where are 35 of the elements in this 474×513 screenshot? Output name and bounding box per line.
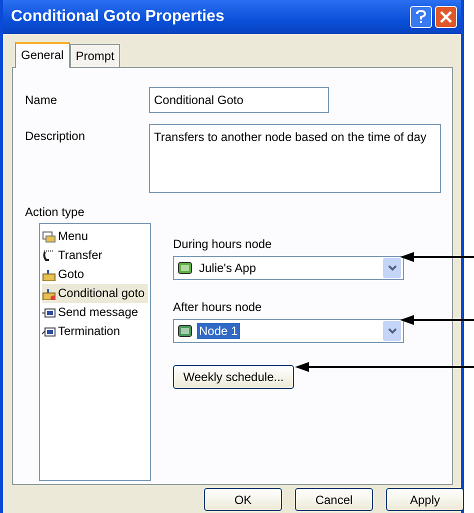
action-type-label: Action type xyxy=(25,204,86,221)
menu-icon xyxy=(42,230,56,242)
window-title: Conditional Goto Properties xyxy=(11,7,226,27)
node-icon xyxy=(178,325,192,337)
folder-icon xyxy=(42,288,56,300)
close-icon[interactable] xyxy=(435,6,457,28)
after-hours-label: After hours node xyxy=(173,299,263,316)
dialog-button[interactable]: Apply xyxy=(386,488,464,511)
action-type-item[interactable]: Transfer xyxy=(42,246,148,265)
screen-icon xyxy=(42,326,56,338)
folder-icon xyxy=(42,268,56,280)
after-hours-dropdown[interactable]: Node 1 xyxy=(173,319,404,343)
weekly-schedule-button[interactable]: Weekly schedule... xyxy=(173,365,294,389)
action-type-item[interactable]: Menu xyxy=(42,227,148,246)
action-type-item[interactable]: Send message xyxy=(42,303,148,322)
action-type-list[interactable]: Menu Transfer Goto Conditional goto Send message Termination xyxy=(39,223,151,481)
description-field[interactable]: Transfers to another node based on the time of day xyxy=(149,124,441,193)
during-hours-label: During hours node xyxy=(173,236,273,253)
name-label: Name xyxy=(25,92,58,109)
dropdown-value: Julie's App xyxy=(198,260,257,276)
help-icon[interactable] xyxy=(410,6,432,28)
tab[interactable]: General xyxy=(15,42,70,68)
action-type-item[interactable]: Termination xyxy=(42,322,148,341)
action-type-item[interactable]: Conditional goto xyxy=(42,284,148,303)
dropdown-value: Node 1 xyxy=(197,323,240,339)
action-type-item[interactable]: Goto xyxy=(42,265,148,284)
during-hours-dropdown[interactable]: Julie's App xyxy=(173,256,404,280)
name-field[interactable]: Conditional Goto xyxy=(149,87,329,113)
phone-icon xyxy=(42,250,56,262)
dialog-button[interactable]: Cancel xyxy=(295,488,373,511)
node-icon xyxy=(178,262,192,274)
screen-icon xyxy=(42,306,56,318)
tab[interactable]: Prompt xyxy=(70,44,120,67)
dialog-button[interactable]: OK xyxy=(204,488,282,511)
description-label: Description xyxy=(25,128,86,145)
